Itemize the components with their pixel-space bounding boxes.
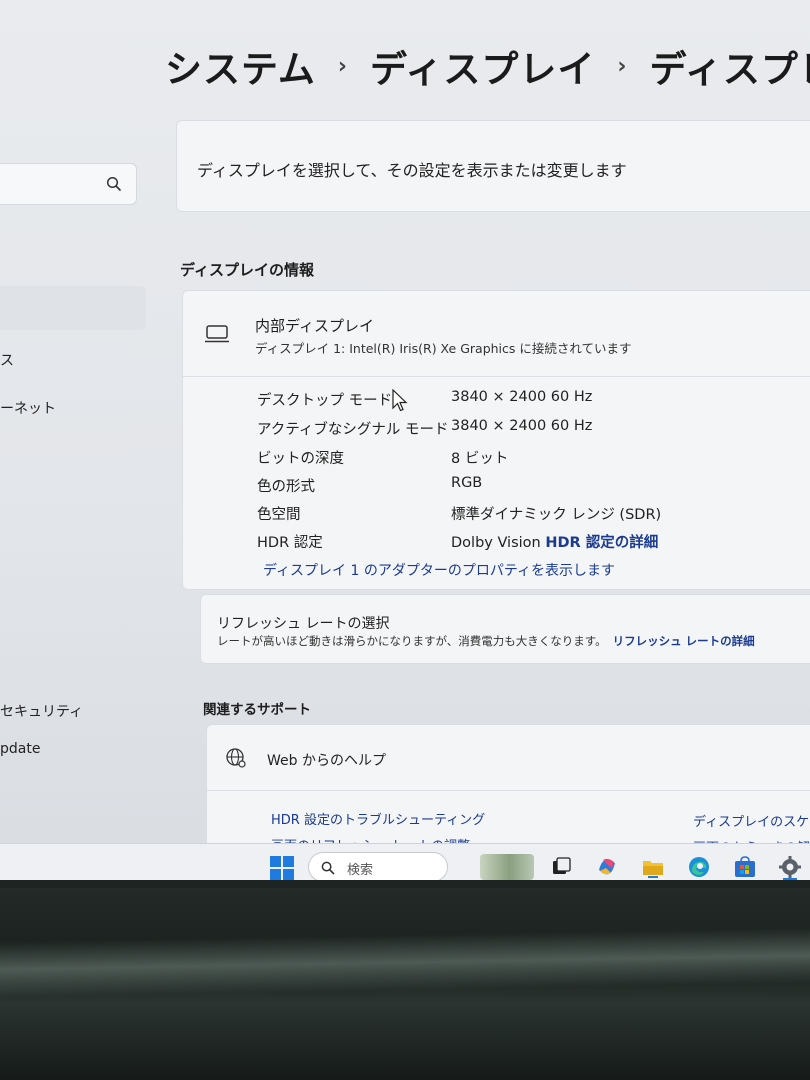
task-view-icon[interactable]: [548, 854, 574, 880]
info-label-color-format: 色の形式: [257, 479, 315, 495]
info-label-color-space: 色空間: [257, 507, 301, 523]
display-select-card[interactable]: ディスプレイを選択して、その設定を表示または変更します: [176, 120, 810, 212]
windows-start-icon[interactable]: [270, 856, 294, 880]
breadcrumb-separator: ›: [617, 53, 628, 79]
info-label-signal-mode: アクティブなシグナル モード: [257, 422, 449, 438]
copilot-icon[interactable]: [594, 854, 620, 880]
refresh-rate-description: レートが高いほど動きは滑らかになりますが、消費電力も大きくなります。 リフレッシュ…: [217, 633, 755, 649]
hdr-troubleshoot-link[interactable]: HDR 設定のトラブルシューティング: [271, 809, 485, 828]
display-scaling-link[interactable]: ディスプレイのスケーリ: [693, 811, 810, 830]
settings-icon[interactable]: [777, 854, 803, 880]
search-icon: [106, 176, 122, 192]
mouse-cursor-icon: [392, 389, 408, 412]
info-value-color-space: 標準ダイナミック レンジ (SDR): [451, 507, 662, 523]
web-help-row[interactable]: Web からのヘルプ: [207, 725, 810, 791]
display-info-heading: ディスプレイの情報: [180, 261, 314, 279]
info-value-bit-depth: 8 ビット: [451, 451, 509, 467]
info-label-desktop-mode: デスクトップ モード: [257, 393, 393, 409]
info-value-desktop-mode: 3840 × 2400 60 Hz: [451, 389, 593, 405]
refresh-rate-subtitle: レートが高いほど動きは滑らかになりますが、消費電力も大きくなります。: [217, 634, 607, 648]
search-icon: [321, 861, 335, 875]
settings-search-input[interactable]: [0, 163, 137, 205]
widgets-icon[interactable]: [480, 854, 534, 880]
display-select-text: ディスプレイを選択して、その設定を表示または変更します: [197, 161, 627, 180]
display-name: 内部ディスプレイ: [255, 317, 374, 335]
info-label-hdr-cert: HDR 認定: [257, 535, 323, 551]
info-value-signal-mode: 3840 × 2400 60 Hz: [451, 418, 593, 434]
info-value-color-format: RGB: [451, 475, 483, 491]
edge-icon[interactable]: [686, 854, 712, 880]
refresh-rate-title: リフレッシュ レートの選択: [217, 616, 390, 632]
breadcrumb-system[interactable]: システム: [165, 39, 316, 93]
page-title: ディスプレイの詳細: [649, 48, 810, 91]
display-info-card: 内部ディスプレイ ディスプレイ 1: Intel(R) Iris(R) Xe G…: [182, 290, 810, 590]
globe-icon: [226, 748, 246, 768]
refresh-rate-card[interactable]: リフレッシュ レートの選択 レートが高いほど動きは滑らかになりますが、消費電力も…: [200, 594, 810, 664]
related-support-heading: 関連するサポート: [203, 702, 311, 718]
adapter-properties-link[interactable]: ディスプレイ 1 のアダプターのプロパティを表示します: [263, 560, 615, 580]
hdr-cert-value: Dolby Vision: [451, 535, 541, 551]
display-adapter-text: ディスプレイ 1: Intel(R) Iris(R) Xe Graphics に…: [255, 341, 632, 356]
info-value-hdr-cert: Dolby Vision HDR 認定の詳細: [451, 531, 658, 552]
hdr-cert-details-link[interactable]: HDR 認定の詳細: [545, 535, 658, 551]
breadcrumb-display[interactable]: ディスプレイ: [370, 39, 595, 93]
store-icon[interactable]: [732, 854, 758, 880]
sidebar-item-label[interactable]: ス: [0, 350, 14, 370]
settings-window: システム › ディスプレイ › ディスプレイの詳細 ス ーネット セキュリティ …: [0, 0, 810, 880]
sidebar-item-security[interactable]: セキュリティ: [0, 701, 83, 721]
taskbar-search-input[interactable]: 検索: [308, 852, 448, 880]
breadcrumb: システム › ディスプレイ › ディスプレイの詳細: [165, 40, 810, 92]
sidebar-item-network[interactable]: ーネット: [0, 398, 56, 418]
breadcrumb-separator: ›: [337, 53, 348, 79]
web-help-label: Web からのヘルプ: [267, 753, 386, 769]
taskbar-search-placeholder: 検索: [347, 863, 374, 878]
refresh-rate-details-link[interactable]: リフレッシュ レートの詳細: [613, 634, 755, 648]
info-label-bit-depth: ビットの深度: [257, 451, 344, 467]
taskbar: 検索: [0, 843, 810, 880]
file-explorer-icon[interactable]: [640, 854, 666, 880]
monitor-icon: [205, 325, 229, 343]
sidebar-item-selected[interactable]: [0, 286, 146, 330]
display-header: 内部ディスプレイ ディスプレイ 1: Intel(R) Iris(R) Xe G…: [183, 291, 810, 377]
sidebar-item-windows-update[interactable]: pdate: [0, 741, 40, 757]
